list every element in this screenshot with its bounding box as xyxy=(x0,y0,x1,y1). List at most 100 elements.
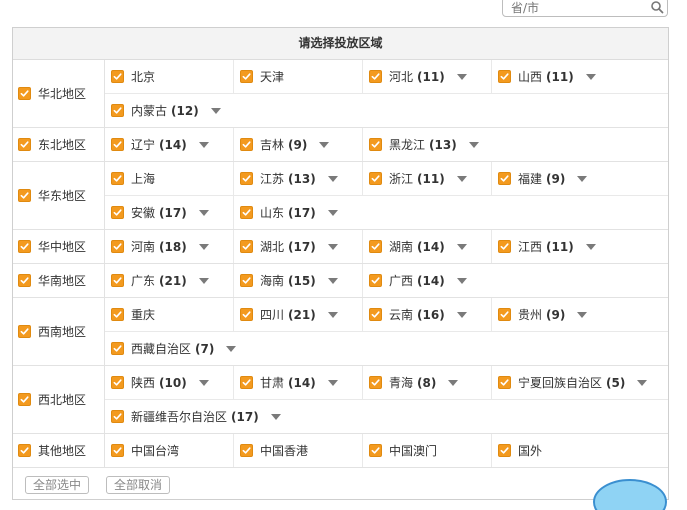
checkbox-checked-icon[interactable] xyxy=(240,274,253,287)
province-item[interactable]: 山西 (11) xyxy=(492,60,621,93)
province-item[interactable]: 宁夏回族自治区 (5) xyxy=(492,366,648,399)
province-item[interactable]: 山东 (17) xyxy=(234,196,363,229)
province-item[interactable]: 湖北 (17) xyxy=(234,230,363,263)
province-item[interactable]: 西藏自治区 (7) xyxy=(105,332,242,365)
checkbox-checked-icon[interactable] xyxy=(498,444,511,457)
region-checkbox-cell[interactable]: 东北地区 xyxy=(13,128,105,161)
checkbox-checked-icon[interactable] xyxy=(111,206,124,219)
province-item[interactable]: 四川 (21) xyxy=(234,298,363,331)
checkbox-checked-icon[interactable] xyxy=(111,342,124,355)
caret-down-icon[interactable] xyxy=(468,141,479,148)
province-item[interactable]: 贵州 (9) xyxy=(492,298,621,331)
caret-down-icon[interactable] xyxy=(456,311,467,318)
checkbox-checked-icon[interactable] xyxy=(498,376,511,389)
checkbox-checked-icon[interactable] xyxy=(498,70,511,83)
checkbox-checked-icon[interactable] xyxy=(111,104,124,117)
checkbox-checked-icon[interactable] xyxy=(111,274,124,287)
checkbox-checked-icon[interactable] xyxy=(240,70,253,83)
caret-down-icon[interactable] xyxy=(226,345,237,352)
caret-down-icon[interactable] xyxy=(585,73,596,80)
caret-down-icon[interactable] xyxy=(270,413,281,420)
caret-down-icon[interactable] xyxy=(577,175,588,182)
province-item[interactable]: 中国台湾 xyxy=(105,434,234,467)
caret-down-icon[interactable] xyxy=(456,243,467,250)
region-checkbox-cell[interactable]: 其他地区 xyxy=(13,434,105,467)
caret-down-icon[interactable] xyxy=(327,277,338,284)
checkbox-checked-icon[interactable] xyxy=(498,172,511,185)
checkbox-checked-icon[interactable] xyxy=(369,240,382,253)
province-item[interactable]: 甘肃 (14) xyxy=(234,366,363,399)
caret-down-icon[interactable] xyxy=(637,379,648,386)
region-checkbox-cell[interactable]: 华中地区 xyxy=(13,230,105,263)
checkbox-checked-icon[interactable] xyxy=(18,189,31,202)
checkbox-checked-icon[interactable] xyxy=(240,240,253,253)
checkbox-checked-icon[interactable] xyxy=(111,70,124,83)
province-item[interactable]: 中国澳门 xyxy=(363,434,492,467)
caret-down-icon[interactable] xyxy=(456,175,467,182)
checkbox-checked-icon[interactable] xyxy=(111,410,124,423)
province-item[interactable]: 安徽 (17) xyxy=(105,196,234,229)
checkbox-checked-icon[interactable] xyxy=(369,308,382,321)
region-checkbox-cell[interactable]: 华南地区 xyxy=(13,264,105,297)
province-item[interactable]: 云南 (16) xyxy=(363,298,492,331)
province-item[interactable]: 中国香港 xyxy=(234,434,363,467)
checkbox-checked-icon[interactable] xyxy=(240,308,253,321)
province-item[interactable]: 湖南 (14) xyxy=(363,230,492,263)
province-item[interactable]: 陕西 (10) xyxy=(105,366,234,399)
province-item[interactable]: 青海 (8) xyxy=(363,366,492,399)
deselect-all-button[interactable]: 全部取消 xyxy=(106,476,171,494)
province-item[interactable]: 内蒙古 (12) xyxy=(105,94,227,127)
checkbox-checked-icon[interactable] xyxy=(111,376,124,389)
search-icon[interactable] xyxy=(650,0,664,14)
checkbox-checked-icon[interactable] xyxy=(369,444,382,457)
province-item[interactable]: 浙江 (11) xyxy=(363,162,492,195)
checkbox-checked-icon[interactable] xyxy=(369,172,382,185)
checkbox-checked-icon[interactable] xyxy=(18,240,31,253)
search-input[interactable] xyxy=(509,0,653,16)
province-item[interactable]: 河北 (11) xyxy=(363,60,492,93)
province-item[interactable]: 海南 (15) xyxy=(234,264,363,297)
province-item[interactable]: 广东 (21) xyxy=(105,264,234,297)
province-item[interactable]: 天津 xyxy=(234,60,363,93)
caret-down-icon[interactable] xyxy=(585,243,596,250)
checkbox-checked-icon[interactable] xyxy=(498,308,511,321)
caret-down-icon[interactable] xyxy=(198,243,209,250)
checkbox-checked-icon[interactable] xyxy=(111,444,124,457)
province-item[interactable]: 黑龙江 (13) xyxy=(363,128,492,161)
checkbox-checked-icon[interactable] xyxy=(240,172,253,185)
checkbox-checked-icon[interactable] xyxy=(240,376,253,389)
province-item[interactable]: 国外 xyxy=(492,434,621,467)
caret-down-icon[interactable] xyxy=(210,107,221,114)
checkbox-checked-icon[interactable] xyxy=(369,70,382,83)
caret-down-icon[interactable] xyxy=(327,379,338,386)
caret-down-icon[interactable] xyxy=(327,311,338,318)
province-item[interactable]: 北京 xyxy=(105,60,234,93)
region-checkbox-cell[interactable]: 西南地区 xyxy=(13,298,105,365)
checkbox-checked-icon[interactable] xyxy=(498,240,511,253)
province-item[interactable]: 江西 (11) xyxy=(492,230,621,263)
caret-down-icon[interactable] xyxy=(198,209,209,216)
checkbox-checked-icon[interactable] xyxy=(111,308,124,321)
checkbox-checked-icon[interactable] xyxy=(369,274,382,287)
province-item[interactable]: 辽宁 (14) xyxy=(105,128,234,161)
caret-down-icon[interactable] xyxy=(456,277,467,284)
checkbox-checked-icon[interactable] xyxy=(240,138,253,151)
checkbox-checked-icon[interactable] xyxy=(18,138,31,151)
checkbox-checked-icon[interactable] xyxy=(18,87,31,100)
caret-down-icon[interactable] xyxy=(198,277,209,284)
checkbox-checked-icon[interactable] xyxy=(18,274,31,287)
region-checkbox-cell[interactable]: 华北地区 xyxy=(13,60,105,127)
checkbox-checked-icon[interactable] xyxy=(18,393,31,406)
caret-down-icon[interactable] xyxy=(327,243,338,250)
checkbox-checked-icon[interactable] xyxy=(240,206,253,219)
caret-down-icon[interactable] xyxy=(327,175,338,182)
province-item[interactable]: 重庆 xyxy=(105,298,234,331)
caret-down-icon[interactable] xyxy=(198,141,209,148)
caret-down-icon[interactable] xyxy=(319,141,330,148)
checkbox-checked-icon[interactable] xyxy=(369,376,382,389)
province-item[interactable]: 江苏 (13) xyxy=(234,162,363,195)
checkbox-checked-icon[interactable] xyxy=(18,325,31,338)
search-box[interactable] xyxy=(502,0,668,17)
caret-down-icon[interactable] xyxy=(327,209,338,216)
checkbox-checked-icon[interactable] xyxy=(369,138,382,151)
